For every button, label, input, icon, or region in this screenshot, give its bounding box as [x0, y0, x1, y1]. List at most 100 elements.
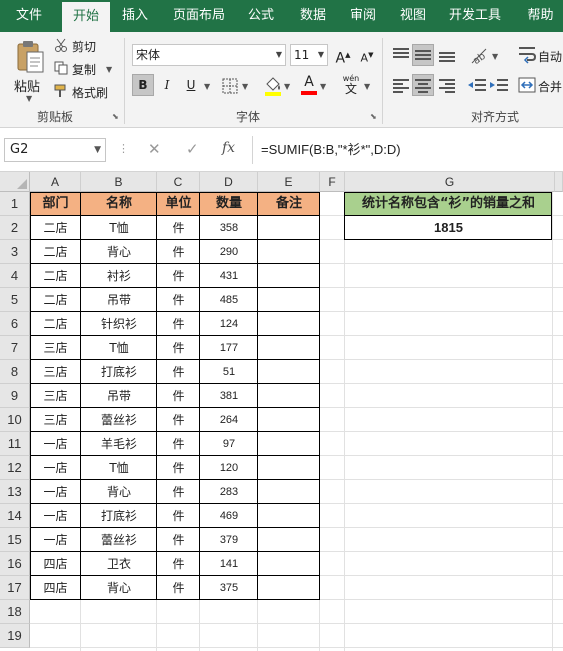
row-header[interactable]: 1 [0, 192, 30, 216]
table-cell[interactable]: 二店 [30, 264, 81, 288]
tab-7[interactable]: 视图 [390, 0, 436, 32]
merge-center-button[interactable]: 合并 [538, 78, 562, 95]
table-cell[interactable]: 背心 [81, 576, 157, 600]
table-cell[interactable]: 件 [157, 240, 200, 264]
borders-dropdown-icon[interactable]: ▼ [242, 82, 248, 91]
table-cell[interactable]: 三店 [30, 408, 81, 432]
table-cell[interactable]: 一店 [30, 504, 81, 528]
wrap-text-button[interactable]: 自动 [538, 48, 562, 65]
table-cell[interactable]: 打底衫 [81, 360, 157, 384]
select-all-corner[interactable] [0, 172, 30, 192]
fill-color-dropdown-icon[interactable]: ▼ [284, 82, 290, 91]
table-cell[interactable]: 二店 [30, 312, 81, 336]
table-cell[interactable]: 97 [200, 432, 258, 456]
table-cell[interactable]: 卫衣 [81, 552, 157, 576]
table-cell[interactable]: 蕾丝衫 [81, 528, 157, 552]
borders-icon[interactable] [222, 78, 238, 94]
tab-9[interactable]: 帮助 [518, 0, 563, 32]
align-top-icon[interactable] [390, 44, 412, 66]
table-cell[interactable]: 针织衫 [81, 312, 157, 336]
row-header[interactable]: 10 [0, 408, 30, 432]
table-header-cell[interactable]: 备注 [258, 192, 320, 216]
table-cell[interactable]: 件 [157, 528, 200, 552]
phonetic-dropdown-icon[interactable]: ▼ [364, 82, 370, 91]
row-header[interactable]: 19 [0, 624, 30, 648]
increase-indent-icon[interactable] [488, 74, 510, 96]
table-cell[interactable]: 件 [157, 264, 200, 288]
row-header[interactable]: 9 [0, 384, 30, 408]
align-bottom-icon[interactable] [436, 44, 458, 66]
table-cell[interactable]: 衬衫 [81, 264, 157, 288]
table-cell[interactable]: T恤 [81, 216, 157, 240]
table-cell[interactable]: 背心 [81, 480, 157, 504]
underline-dropdown-icon[interactable]: ▼ [204, 82, 210, 91]
table-cell[interactable]: 件 [157, 312, 200, 336]
table-cell[interactable] [258, 528, 320, 552]
clipboard-launcher-icon[interactable]: ⬊ [112, 112, 119, 121]
table-cell[interactable] [258, 456, 320, 480]
row-header[interactable]: 12 [0, 456, 30, 480]
table-cell[interactable] [258, 480, 320, 504]
table-cell[interactable] [258, 432, 320, 456]
align-right-icon[interactable] [436, 74, 458, 96]
table-cell[interactable] [258, 312, 320, 336]
table-cell[interactable]: 件 [157, 576, 200, 600]
tab-8[interactable]: 开发工具 [440, 0, 510, 32]
column-header[interactable]: D [200, 172, 258, 192]
table-cell[interactable]: 一店 [30, 480, 81, 504]
table-cell[interactable] [258, 264, 320, 288]
tab-0[interactable]: 文件 [0, 0, 58, 32]
table-header-cell[interactable]: 数量 [200, 192, 258, 216]
paste-icon[interactable] [14, 40, 46, 74]
table-cell[interactable]: 51 [200, 360, 258, 384]
italic-button[interactable]: I [156, 74, 178, 96]
table-cell[interactable]: 件 [157, 288, 200, 312]
row-header[interactable]: 15 [0, 528, 30, 552]
table-cell[interactable]: T恤 [81, 456, 157, 480]
copy-button[interactable]: 复制 [72, 61, 96, 78]
table-cell[interactable]: 358 [200, 216, 258, 240]
table-cell[interactable]: 件 [157, 504, 200, 528]
column-header[interactable]: C [157, 172, 200, 192]
table-cell[interactable]: 二店 [30, 216, 81, 240]
phonetic-guide-icon[interactable]: wén 文 [340, 74, 362, 96]
table-cell[interactable]: 三店 [30, 336, 81, 360]
table-cell[interactable]: T恤 [81, 336, 157, 360]
table-cell[interactable]: 379 [200, 528, 258, 552]
row-header[interactable]: 4 [0, 264, 30, 288]
row-header[interactable]: 7 [0, 336, 30, 360]
table-cell[interactable]: 件 [157, 480, 200, 504]
table-cell[interactable] [258, 216, 320, 240]
name-box[interactable]: G2 ▼ [4, 138, 106, 162]
table-cell[interactable]: 三店 [30, 360, 81, 384]
table-cell[interactable]: 吊带 [81, 384, 157, 408]
table-cell[interactable]: 件 [157, 552, 200, 576]
table-cell[interactable] [258, 288, 320, 312]
table-cell[interactable]: 一店 [30, 528, 81, 552]
more-options-icon[interactable]: ⋮ [118, 142, 129, 155]
font-name-combo[interactable]: 宋体 ▼ [132, 44, 286, 66]
table-cell[interactable]: 件 [157, 408, 200, 432]
table-cell[interactable] [258, 360, 320, 384]
table-cell[interactable] [258, 552, 320, 576]
summary-value-cell[interactable]: 1815 [345, 216, 552, 240]
table-cell[interactable]: 件 [157, 360, 200, 384]
column-header[interactable]: E [258, 172, 320, 192]
table-cell[interactable]: 485 [200, 288, 258, 312]
row-header[interactable]: 18 [0, 600, 30, 624]
table-cell[interactable]: 四店 [30, 576, 81, 600]
bold-button[interactable]: B [132, 74, 154, 96]
table-cell[interactable]: 背心 [81, 240, 157, 264]
tab-1[interactable]: 开始 [62, 2, 110, 32]
row-header[interactable]: 5 [0, 288, 30, 312]
table-cell[interactable]: 三店 [30, 384, 81, 408]
decrease-font-size-button[interactable]: A▼ [356, 44, 378, 66]
insert-function-icon[interactable]: fx [222, 140, 235, 156]
table-cell[interactable]: 二店 [30, 240, 81, 264]
table-cell[interactable]: 141 [200, 552, 258, 576]
table-cell[interactable]: 一店 [30, 456, 81, 480]
font-launcher-icon[interactable]: ⬊ [370, 112, 377, 121]
tab-6[interactable]: 审阅 [340, 0, 386, 32]
table-cell[interactable]: 264 [200, 408, 258, 432]
table-cell[interactable]: 件 [157, 432, 200, 456]
